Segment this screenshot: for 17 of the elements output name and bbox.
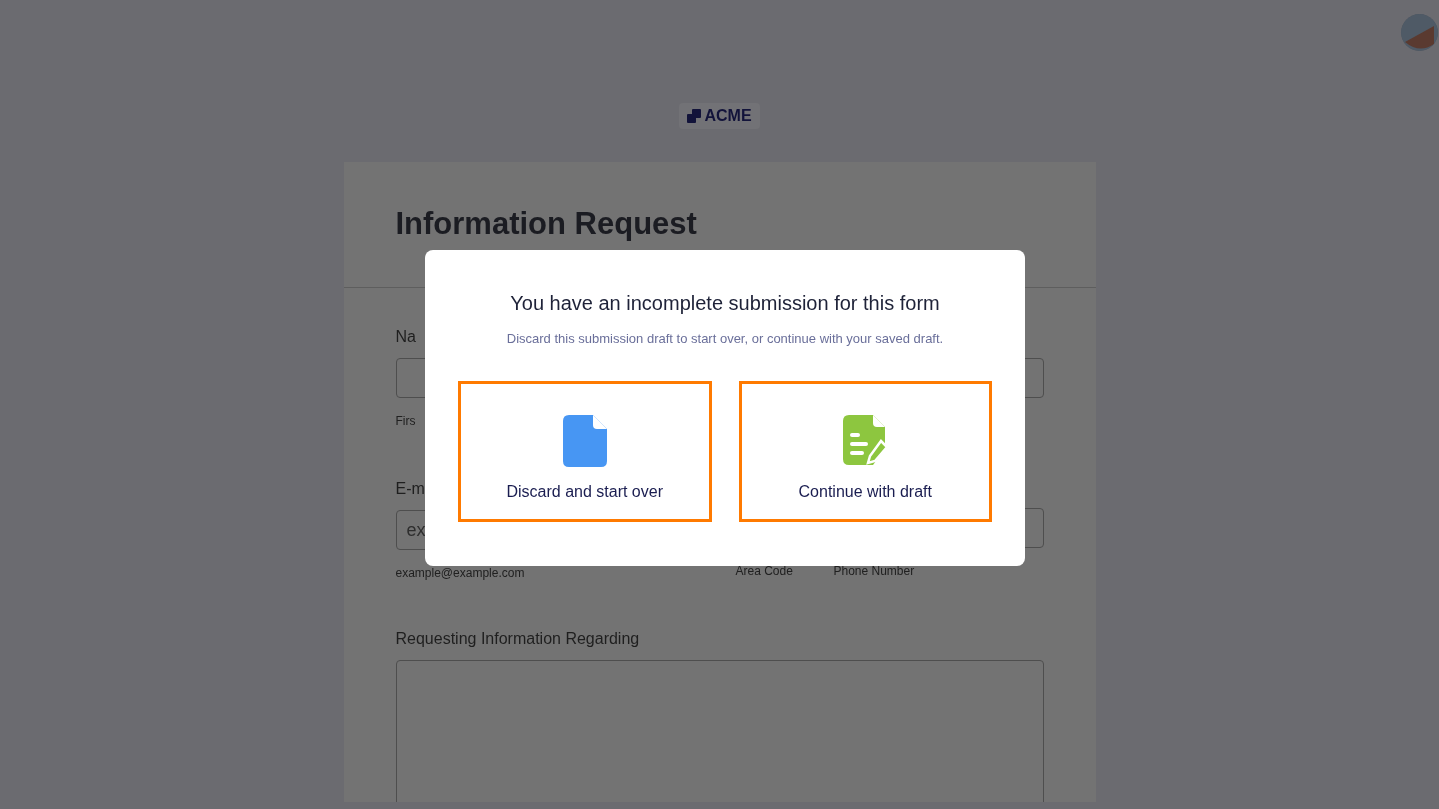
field-hint: Firs xyxy=(395,415,416,428)
dialog-message: Discard this submission draft to start over, or continue with your saved draft. xyxy=(505,331,945,346)
field-hint: Area Code xyxy=(735,565,793,578)
logo: ACME xyxy=(679,103,760,129)
field-label: Na xyxy=(395,328,416,346)
field-label: E-m xyxy=(395,480,425,498)
field-hint: example@example.com xyxy=(395,567,525,580)
continue-draft-button[interactable]: Continue with draft xyxy=(738,381,992,522)
document-pencil-icon xyxy=(843,414,888,467)
avatar[interactable] xyxy=(1401,14,1438,51)
field-hint: Phone Number xyxy=(833,565,915,578)
request-textarea[interactable] xyxy=(395,660,1044,802)
document-icon xyxy=(562,414,607,467)
field-label: Requesting Information Regarding xyxy=(395,630,640,648)
form-title: Information Request xyxy=(395,206,698,242)
discard-button[interactable]: Discard and start over xyxy=(458,381,712,522)
dialog-title: You have an incomplete submission for this form xyxy=(509,292,941,315)
